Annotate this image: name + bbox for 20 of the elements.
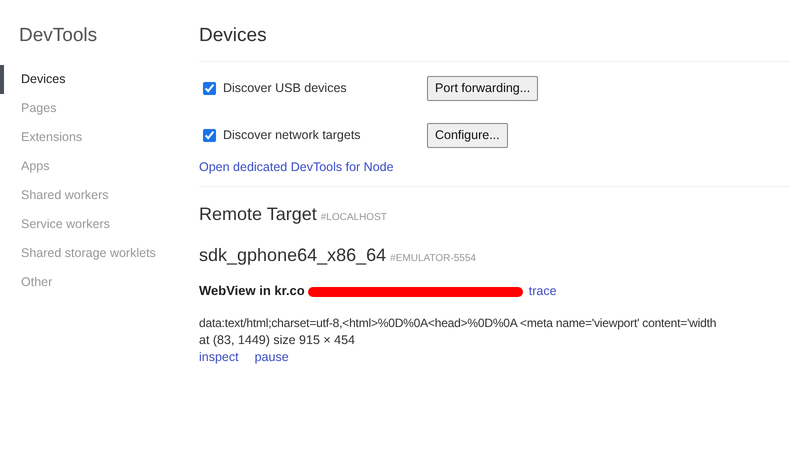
node-devtools-link[interactable]: Open dedicated DevTools for Node [199, 160, 394, 174]
checkbox-label: Discover USB devices [223, 80, 347, 98]
target-action-link[interactable]: pause [254, 349, 289, 366]
target-url: data:text/html;charset=utf-8,<html>%0D%0A<head>%0D%0A <meta name='viewport' content='width [199, 315, 718, 332]
checkbox[interactable] [203, 82, 216, 95]
checkbox[interactable] [203, 129, 216, 142]
sidebar-title: DevTools [18, 24, 98, 48]
device-name: sdk_gphone64_x86_64 [199, 245, 386, 266]
settings-button[interactable]: Port forwarding... [427, 76, 538, 101]
target-action-link[interactable]: inspect [199, 349, 239, 366]
trace-link[interactable]: trace [528, 284, 557, 298]
checkbox-label: Discover network targets [223, 127, 361, 144]
settings-button[interactable]: Configure... [427, 123, 508, 148]
device-tag: #EMULATOR-5554 [390, 253, 476, 264]
browser-title: WebView in kr.co [199, 283, 305, 298]
section-title: Remote Target [199, 204, 317, 224]
target-position: at (83, 1449) size 915 × 454 [199, 332, 356, 349]
host-tag: #LOCALHOST [320, 212, 387, 224]
sidebar-item[interactable]: Devices [0, 64, 199, 94]
page-title: Devices [199, 22, 790, 62]
